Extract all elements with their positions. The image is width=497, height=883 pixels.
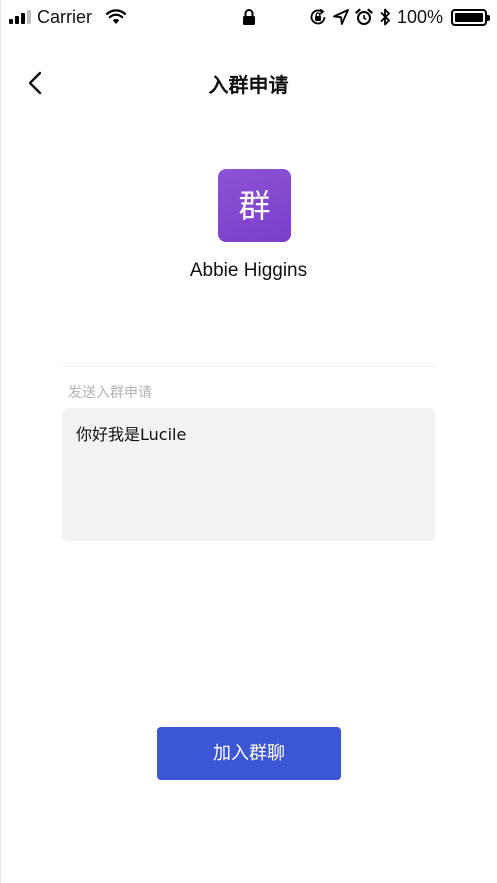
group-avatar: 群 <box>218 169 291 242</box>
cellular-signal-icon <box>9 10 33 24</box>
battery-percentage: 100% <box>396 7 443 27</box>
status-bar: Carrier 100% <box>0 0 497 36</box>
request-message-text: 你好我是Lucile <box>76 425 187 444</box>
request-label: 发送入群申请 <box>68 385 152 401</box>
lock-icon <box>243 9 255 25</box>
location-arrow-icon <box>333 9 349 25</box>
group-name: Abbie Higgins <box>189 260 308 281</box>
orientation-lock-icon <box>310 8 326 25</box>
join-group-label: 加入群聊 <box>213 742 285 764</box>
page-title: 入群申请 <box>208 73 289 97</box>
battery-icon <box>451 8 490 26</box>
bluetooth-icon <box>380 8 390 26</box>
join-group-button[interactable]: 加入群聊 <box>157 727 341 780</box>
alarm-icon <box>355 8 373 25</box>
left-edge-line <box>0 0 1 883</box>
carrier-name: Carrier <box>37 7 93 27</box>
divider <box>62 366 436 367</box>
group-avatar-text: 群 <box>238 186 271 225</box>
request-message-input[interactable]: 你好我是Lucile <box>62 408 435 541</box>
wifi-icon <box>106 9 126 24</box>
